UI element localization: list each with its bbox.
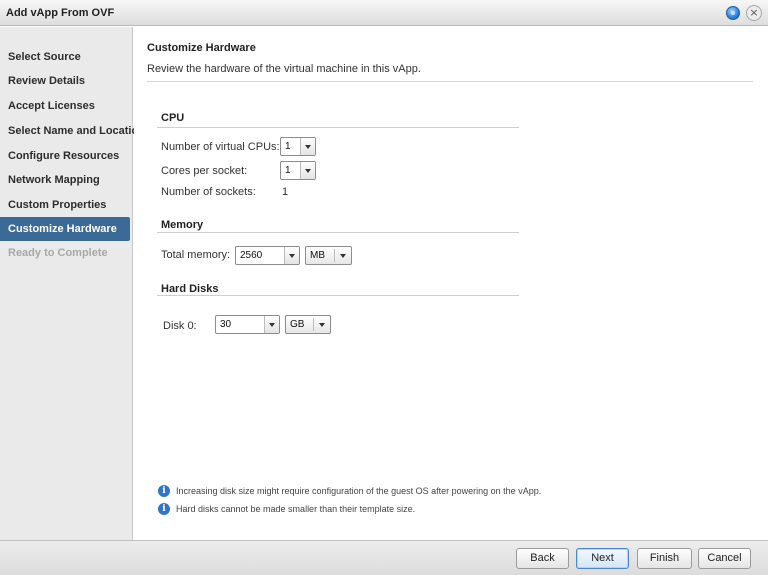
chevron-down-icon[interactable] [300,162,315,179]
chevron-down-icon[interactable] [264,316,279,333]
header-divider [147,81,753,82]
memory-unit-value: MB [310,250,325,261]
disk0-unit-select[interactable]: GB [285,315,331,334]
disk0-size-input[interactable]: 30 [215,315,280,334]
info-icon: i [158,485,170,497]
memory-section-divider [157,232,519,233]
step-accept-licenses[interactable]: Accept Licenses [0,94,130,118]
step-ready-to-complete: Ready to Complete [8,247,108,259]
cores-per-socket-select[interactable]: 1 [280,161,316,180]
wizard-steps-sidebar: Select Source Review Details Accept Lice… [0,27,145,540]
help-icon[interactable] [726,6,740,20]
cancel-button[interactable]: Cancel [698,548,751,569]
total-memory-label: Total memory: [161,249,231,261]
close-icon[interactable]: × [746,5,762,21]
step-network-mapping[interactable]: Network Mapping [0,168,130,192]
info-note-text: Hard disks cannot be made smaller than t… [176,504,416,514]
num-cpus-select[interactable]: 1 [280,137,316,156]
num-sockets-value: 1 [282,186,289,198]
window-title: Add vApp From OVF [6,7,115,19]
step-select-source[interactable]: Select Source [0,45,130,69]
total-memory-value: 2560 [240,250,263,261]
cores-per-socket-label: Cores per socket: [161,165,248,177]
info-note-disk-size: i Increasing disk size might require con… [158,484,541,498]
finish-button[interactable]: Finish [637,548,692,569]
page-title: Customize Hardware [147,42,256,54]
step-configure-resources[interactable]: Configure Resources [0,144,130,168]
hard-disks-section-title: Hard Disks [161,283,219,295]
back-button[interactable]: Back [516,548,569,569]
num-sockets-label: Number of sockets: [161,186,256,198]
disk0-unit-value: GB [290,319,305,330]
disk0-size-value: 30 [220,319,232,330]
cpu-section-title: CPU [161,112,185,124]
cores-per-socket-value: 1 [285,165,291,176]
step-review-details[interactable]: Review Details [0,69,130,93]
wizard-footer: Back Next Finish Cancel [0,540,768,575]
cpu-section-divider [157,127,519,128]
num-cpus-label: Number of virtual CPUs: [161,141,280,153]
hard-disks-section-divider [157,295,519,296]
info-note-text: Increasing disk size might require confi… [176,486,542,496]
wizard-content: Customize Hardware Review the hardware o… [134,27,768,540]
step-custom-properties[interactable]: Custom Properties [0,193,130,217]
chevron-down-icon[interactable] [284,247,299,264]
info-icon: i [158,503,170,515]
chevron-down-icon [340,254,346,258]
step-customize-hardware[interactable]: Customize Hardware [0,217,130,241]
memory-section-title: Memory [161,219,204,231]
step-select-name-and-location[interactable]: Select Name and Location [0,119,145,143]
title-bar: Add vApp From OVF × [0,0,768,26]
page-subtitle: Review the hardware of the virtual machi… [147,63,421,75]
info-note-disk-shrink: i Hard disks cannot be made smaller than… [158,502,415,516]
memory-unit-select[interactable]: MB [305,246,352,265]
disk0-label: Disk 0: [163,320,197,332]
next-button[interactable]: Next [576,548,629,569]
chevron-down-icon [319,323,325,327]
num-cpus-value: 1 [285,141,291,152]
chevron-down-icon[interactable] [300,138,315,155]
total-memory-input[interactable]: 2560 [235,246,300,265]
